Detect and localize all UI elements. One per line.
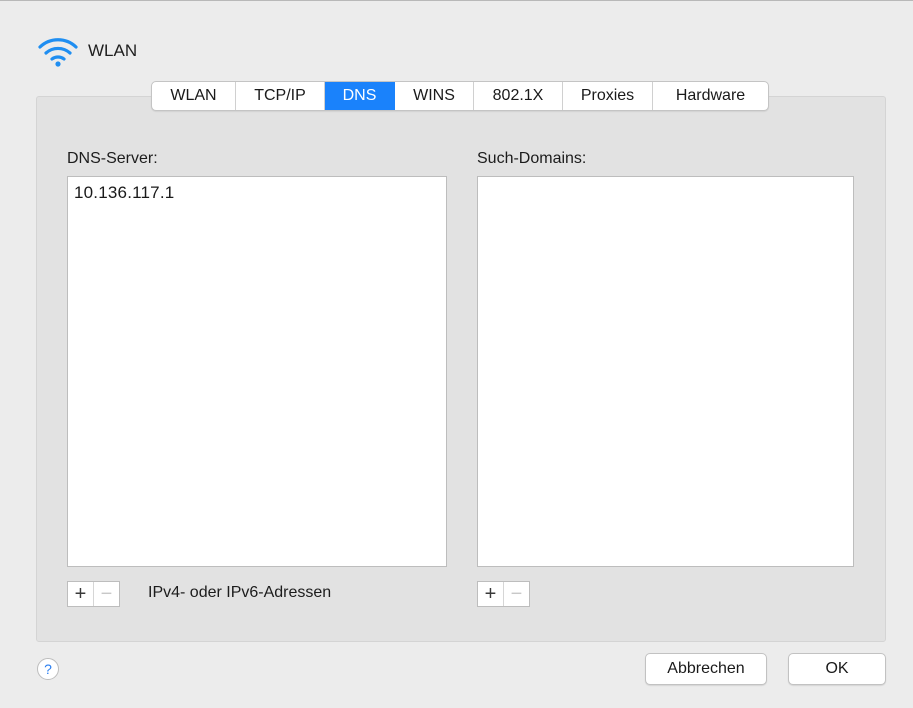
tab-wins[interactable]: WINS xyxy=(395,82,474,110)
dns-server-label: DNS-Server: xyxy=(67,150,158,167)
cancel-button[interactable]: Abbrechen xyxy=(645,653,767,685)
search-domains-list[interactable] xyxy=(477,176,854,567)
dns-server-add-remove: + − xyxy=(67,581,120,607)
network-settings-window: WLAN WLAN TCP/IP DNS WINS 802.1X Proxies… xyxy=(0,0,913,708)
tab-bar: WLAN TCP/IP DNS WINS 802.1X Proxies Hard… xyxy=(151,81,769,111)
search-domains-add-remove: + − xyxy=(477,581,530,607)
window-header: WLAN xyxy=(36,34,137,68)
search-domains-label: Such-Domains: xyxy=(477,150,587,167)
tab-proxies[interactable]: Proxies xyxy=(563,82,653,110)
tab-8021x[interactable]: 802.1X xyxy=(474,82,563,110)
add-search-domain-button[interactable]: + xyxy=(478,582,503,606)
tab-wlan[interactable]: WLAN xyxy=(152,82,236,110)
dns-server-entry[interactable]: 10.136.117.1 xyxy=(68,177,446,203)
ok-button[interactable]: OK xyxy=(788,653,886,685)
dns-server-hint: IPv4- oder IPv6-Adressen xyxy=(148,584,332,601)
remove-dns-server-button[interactable]: − xyxy=(93,582,119,606)
tab-dns[interactable]: DNS xyxy=(325,82,395,110)
tab-hardware[interactable]: Hardware xyxy=(653,82,768,110)
add-dns-server-button[interactable]: + xyxy=(68,582,93,606)
wifi-icon xyxy=(38,38,78,67)
dns-server-list[interactable]: 10.136.117.1 xyxy=(67,176,447,567)
remove-search-domain-button[interactable]: − xyxy=(503,582,529,606)
window-title: WLAN xyxy=(88,41,138,60)
tab-tcpip[interactable]: TCP/IP xyxy=(236,82,325,110)
help-button[interactable]: ? xyxy=(37,658,59,680)
